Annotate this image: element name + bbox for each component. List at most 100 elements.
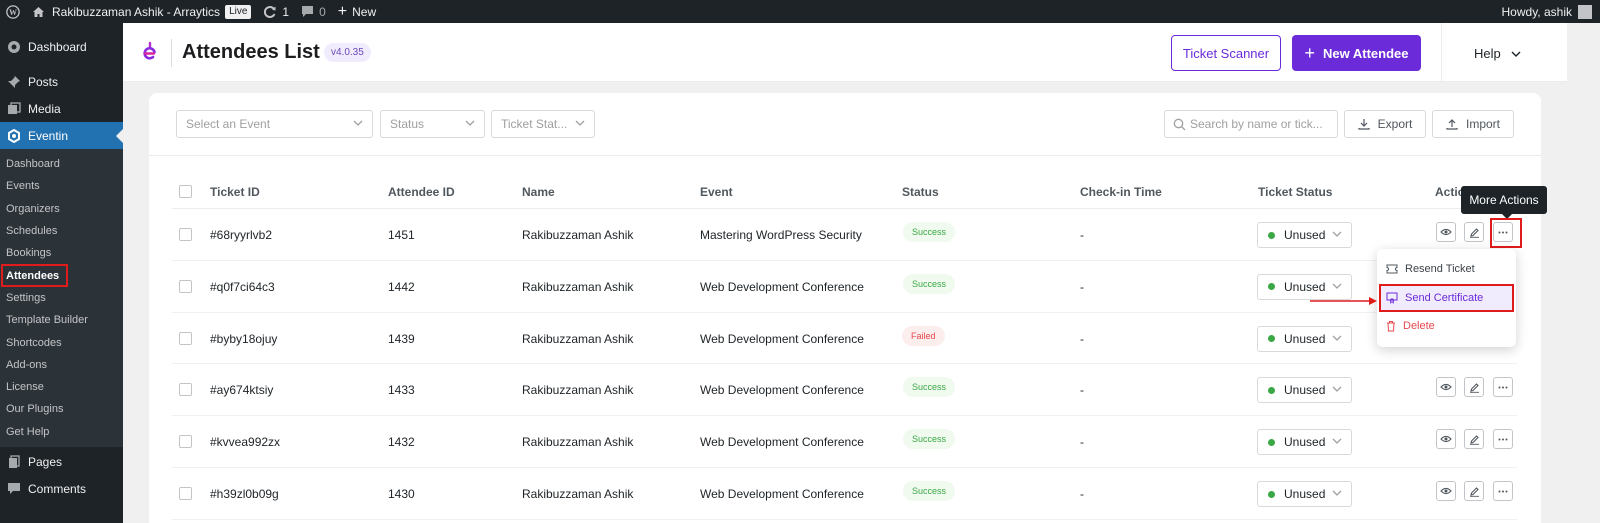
import-button[interactable]: Import <box>1432 110 1514 138</box>
status-dot <box>1268 386 1275 394</box>
menu-eventin[interactable]: Eventin <box>0 122 123 149</box>
menu-comments[interactable]: Comments <box>0 476 123 503</box>
cell-attendee-id: 1451 <box>388 228 415 242</box>
cell-event: Web Development Conference <box>700 383 864 398</box>
updates-link[interactable]: 1 <box>257 0 295 23</box>
column-status[interactable]: Status <box>902 185 939 199</box>
export-button[interactable]: Export <box>1344 110 1426 138</box>
cell-event: Web Development Conference <box>700 435 864 450</box>
menu-dashboard[interactable]: Dashboard <box>0 33 123 60</box>
row-checkbox[interactable] <box>179 383 192 397</box>
ticket-status-select[interactable]: Unused <box>1257 377 1352 404</box>
ticket-scanner-button[interactable]: Ticket Scanner <box>1171 35 1281 71</box>
pencil-icon <box>1469 383 1479 393</box>
column-ticket-id[interactable]: Ticket ID <box>210 185 260 199</box>
site-name-link[interactable]: Rakibuzzaman Ashik - Arraytics Live <box>26 0 257 23</box>
ticket-status-select[interactable]: Ticket Stat... <box>491 110 595 138</box>
chevron-down-icon <box>1332 490 1342 496</box>
more-actions-button[interactable] <box>1493 429 1513 450</box>
wordpress-logo-icon[interactable]: W <box>0 0 26 23</box>
pages-icon <box>6 454 22 470</box>
more-actions-button[interactable] <box>1493 481 1513 501</box>
page-title: Attendees List <box>182 41 320 63</box>
chevron-down-icon <box>1511 51 1521 57</box>
column-event[interactable]: Event <box>700 185 733 199</box>
status-select[interactable]: Status <box>380 110 485 138</box>
header-divider-right <box>1441 23 1442 82</box>
edit-button[interactable] <box>1464 377 1484 398</box>
ticket-status-select[interactable]: Unused <box>1257 222 1352 248</box>
menu-comments-label: Comments <box>28 482 87 497</box>
ticket-status-select[interactable]: Unused <box>1257 429 1352 456</box>
column-name[interactable]: Name <box>522 185 555 199</box>
submenu-events[interactable]: Events <box>0 175 123 197</box>
menu-posts-label: Posts <box>28 74 59 89</box>
version-badge: v4.0.35 <box>324 43 371 62</box>
column-checkin-time[interactable]: Check-in Time <box>1080 185 1162 199</box>
submenu-shortcodes[interactable]: Shortcodes <box>0 331 123 353</box>
submenu-template-builder[interactable]: Template Builder <box>0 309 123 331</box>
ticket-status-select[interactable]: Unused <box>1257 481 1352 507</box>
help-dropdown[interactable]: Help <box>1474 46 1521 61</box>
submenu-schedules[interactable]: Schedules <box>0 220 123 242</box>
more-horizontal-icon <box>1498 490 1508 492</box>
select-all-checkbox[interactable] <box>179 185 192 198</box>
search-input[interactable]: Search by name or tick... <box>1164 110 1338 138</box>
view-button[interactable] <box>1436 222 1456 242</box>
row-checkbox[interactable] <box>179 435 192 449</box>
new-attendee-button[interactable]: + New Attendee <box>1292 35 1421 71</box>
submenu-settings[interactable]: Settings <box>0 287 123 309</box>
submenu-bookings[interactable]: Bookings <box>0 242 123 264</box>
column-attendee-id[interactable]: Attendee ID <box>388 185 455 199</box>
menu-pages[interactable]: Pages <box>0 449 123 476</box>
edit-button[interactable] <box>1464 481 1484 501</box>
view-button[interactable] <box>1436 377 1456 398</box>
submenu-our-plugins[interactable]: Our Plugins <box>0 398 123 420</box>
chevron-down-icon <box>353 120 363 126</box>
delete-item[interactable]: Delete <box>1377 314 1516 338</box>
row-checkbox[interactable] <box>179 279 192 293</box>
eye-icon <box>1440 228 1452 236</box>
live-badge: Live <box>225 4 252 19</box>
submenu-license[interactable]: License <box>0 376 123 398</box>
view-button[interactable] <box>1436 429 1456 450</box>
table-row: #kvvea992zx 1432 Rakibuzzaman Ashik Web … <box>172 416 1517 468</box>
chevron-down-icon <box>1332 335 1342 341</box>
submenu-attendees[interactable]: Attendees <box>1 264 68 287</box>
chevron-down-icon <box>1332 386 1342 393</box>
new-content-link[interactable]: + New <box>332 0 382 23</box>
status-badge: Success <box>903 429 956 450</box>
resend-ticket-item[interactable]: Resend Ticket <box>1377 257 1516 281</box>
event-select-placeholder: Select an Event <box>186 117 271 131</box>
event-select[interactable]: Select an Event <box>176 110 373 138</box>
admin-bar: W Rakibuzzaman Ashik - Arraytics Live 1 … <box>0 0 1600 23</box>
send-certificate-item[interactable]: Send Certificate <box>1379 284 1514 312</box>
submenu-organizers[interactable]: Organizers <box>0 198 123 220</box>
svg-text:W: W <box>9 8 17 17</box>
column-ticket-status[interactable]: Ticket Status <box>1258 185 1332 199</box>
plus-icon: + <box>337 2 348 20</box>
row-checkbox[interactable] <box>179 487 192 500</box>
menu-posts[interactable]: Posts <box>0 68 123 95</box>
status-badge: Failed <box>902 325 945 346</box>
cell-ticket-id: #68ryyrlvb2 <box>210 228 273 242</box>
submenu-add-ons[interactable]: Add-ons <box>0 354 123 376</box>
comments-link[interactable]: 0 <box>295 0 332 23</box>
account-menu[interactable]: Howdy, ashik <box>1496 0 1600 23</box>
cell-ticket-id: #q0f7ci64c3 <box>210 279 275 294</box>
status-badge: Success <box>903 222 956 242</box>
menu-media[interactable]: Media <box>0 95 123 122</box>
ticket-status-select[interactable]: Unused <box>1257 325 1352 352</box>
submenu-get-help[interactable]: Get Help <box>0 421 123 443</box>
admin-sidebar: Dashboard Posts Media Eventin Dashboard … <box>0 23 123 523</box>
view-button[interactable] <box>1436 481 1456 501</box>
more-actions-button[interactable] <box>1493 377 1513 398</box>
row-checkbox[interactable] <box>179 228 192 241</box>
ticket-status-value: Unused <box>1284 331 1326 346</box>
chevron-down-icon <box>575 120 585 126</box>
row-checkbox[interactable] <box>179 331 192 345</box>
edit-button[interactable] <box>1464 222 1484 242</box>
submenu-dashboard[interactable]: Dashboard <box>0 153 123 175</box>
menu-dashboard-label: Dashboard <box>28 39 87 54</box>
edit-button[interactable] <box>1464 429 1484 450</box>
